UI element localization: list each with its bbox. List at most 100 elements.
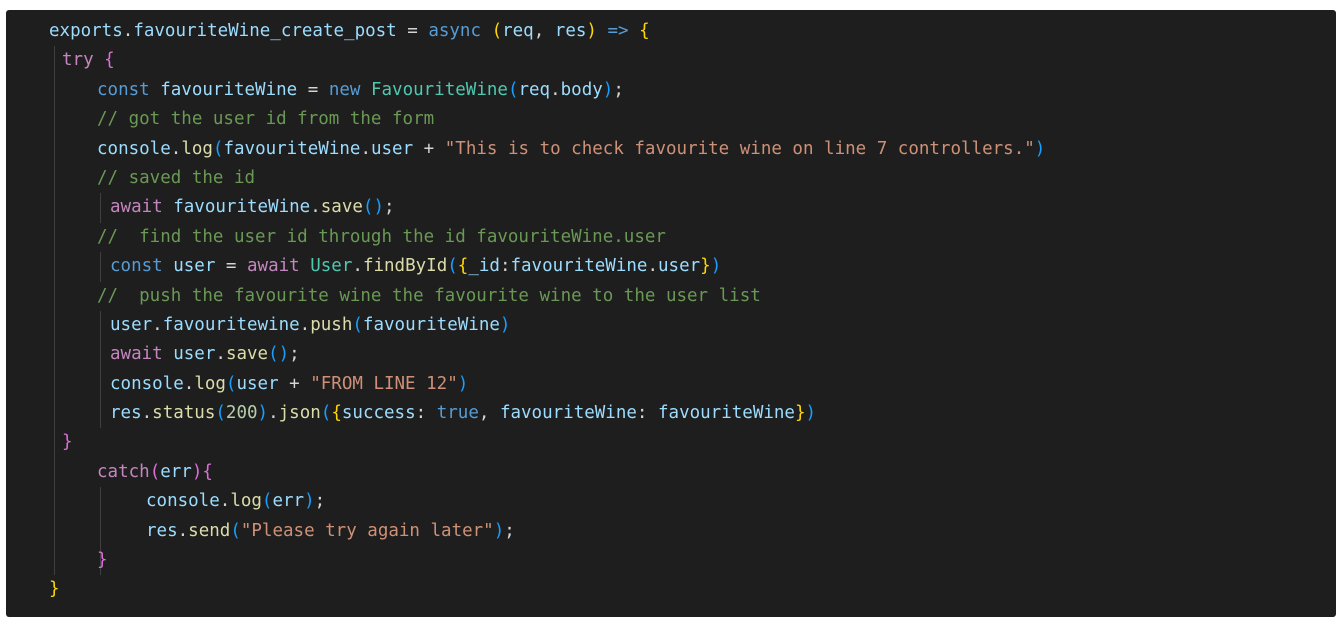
code-token: { bbox=[639, 21, 650, 41]
code-token: = bbox=[297, 79, 329, 100]
code-line-text: await favouriteWine.save(); bbox=[110, 193, 395, 222]
code-token: send bbox=[188, 520, 231, 541]
code-token: . bbox=[183, 373, 195, 394]
code-token: res bbox=[110, 403, 142, 424]
indent-guide bbox=[54, 546, 55, 576]
code-line: user.favouritewine.push(favouriteWine) bbox=[6, 310, 1336, 341]
code-token: } bbox=[49, 579, 60, 600]
code-token: ( bbox=[320, 403, 332, 424]
code-line: catch(err){ bbox=[6, 457, 1336, 488]
screenshot-frame: exports.favouriteWine_create_post = asyn… bbox=[0, 0, 1342, 623]
code-line: } bbox=[6, 428, 1336, 458]
code-token: . bbox=[122, 21, 134, 41]
code-token: . bbox=[360, 138, 371, 159]
code-token: ) bbox=[457, 373, 469, 394]
code-token: . bbox=[215, 344, 226, 365]
code-token: . bbox=[141, 403, 153, 424]
code-line: await user.save(); bbox=[6, 340, 1336, 370]
code-token: _id bbox=[468, 256, 500, 277]
code-token: . bbox=[152, 314, 163, 335]
indent-guide bbox=[54, 252, 55, 282]
indent-guide bbox=[54, 516, 55, 547]
code-token: try bbox=[62, 50, 94, 71]
code-token: res bbox=[554, 21, 587, 41]
code-token: favouriteWine bbox=[173, 197, 311, 218]
code-editor[interactable]: exports.favouriteWine_create_post = asyn… bbox=[6, 10, 1336, 617]
code-token: findById bbox=[362, 256, 448, 277]
code-line-text: await user.save(); bbox=[110, 340, 300, 369]
code-token: . bbox=[299, 314, 311, 335]
code-token: console bbox=[110, 373, 184, 394]
code-token: log bbox=[194, 373, 226, 394]
code-token: save bbox=[320, 197, 363, 218]
code-token: save bbox=[225, 344, 269, 365]
code-token: user bbox=[173, 344, 216, 365]
code-token: console bbox=[97, 138, 171, 159]
indent-guide bbox=[54, 105, 55, 135]
indent-guide bbox=[100, 252, 101, 282]
code-token: await bbox=[110, 197, 163, 218]
indent-guide bbox=[54, 134, 55, 164]
code-token: ) bbox=[1034, 138, 1046, 159]
indent-guide bbox=[54, 340, 55, 370]
code-line-text: // got the user id from the form bbox=[97, 105, 434, 134]
code-token: "FROM LINE 12" bbox=[310, 373, 458, 394]
code-token: err bbox=[160, 461, 192, 482]
code-token: const bbox=[110, 256, 163, 277]
code-token: } bbox=[794, 403, 806, 424]
code-token: : bbox=[636, 403, 658, 424]
code-token: { bbox=[457, 256, 469, 277]
code-token: . bbox=[177, 520, 189, 541]
code-token: user bbox=[370, 138, 414, 159]
code-line: const favouriteWine = new FavouriteWine(… bbox=[6, 75, 1336, 106]
code-line-text: const user = await User.findById({_id:fa… bbox=[110, 252, 721, 281]
code-token: . bbox=[310, 197, 321, 218]
code-line-text: res.status(200).json({success: true, fav… bbox=[110, 399, 816, 428]
code-token: => bbox=[607, 21, 629, 41]
code-line-text: console.log(err); bbox=[146, 487, 325, 516]
code-token: favouriteWine bbox=[160, 79, 298, 100]
code-token: // got the user id from the form bbox=[97, 109, 435, 130]
code-token: ; bbox=[383, 197, 395, 218]
code-token: await bbox=[110, 344, 163, 365]
code-token: 200 bbox=[225, 403, 258, 424]
code-line-text: // find the user id through the id favou… bbox=[97, 223, 666, 252]
code-token: ( bbox=[491, 21, 503, 41]
code-token: favouritewine bbox=[162, 314, 300, 335]
code-token: res bbox=[146, 520, 178, 541]
code-token: ; bbox=[613, 79, 624, 100]
code-token: user bbox=[173, 256, 216, 277]
code-token: push bbox=[310, 314, 353, 335]
code-token: , bbox=[478, 403, 500, 424]
code-line: try { bbox=[6, 46, 1336, 76]
code-token: ) bbox=[493, 520, 505, 541]
code-line-text: exports.favouriteWine_create_post = asyn… bbox=[49, 17, 650, 46]
code-token: ; bbox=[504, 520, 515, 541]
code-line-text: catch(err){ bbox=[97, 458, 213, 487]
code-token: exports bbox=[49, 21, 123, 41]
indent-guide bbox=[54, 75, 55, 106]
code-token: { bbox=[331, 403, 342, 424]
code-line: // got the user id from the form bbox=[6, 105, 1336, 135]
code-token: { bbox=[202, 461, 213, 482]
code-line: // push the favourite wine the favourite… bbox=[6, 281, 1336, 311]
code-token: ( bbox=[352, 314, 363, 335]
code-token: // find the user id through the id favou… bbox=[97, 226, 666, 247]
indent-guide bbox=[100, 193, 101, 223]
code-line: res.send("Please try again later"); bbox=[6, 516, 1336, 547]
code-line-text: user.favouritewine.push(favouriteWine) bbox=[110, 311, 510, 340]
code-token: } bbox=[97, 550, 108, 571]
code-token: // push the favourite wine the favourite… bbox=[97, 285, 761, 306]
code-token: ( bbox=[225, 373, 237, 394]
indent-guide bbox=[100, 310, 101, 341]
code-token: . bbox=[550, 79, 561, 100]
code-token: . bbox=[647, 256, 658, 277]
code-line-text: } bbox=[62, 428, 73, 457]
code-line: await favouriteWine.save(); bbox=[6, 193, 1336, 223]
code-token: ( bbox=[212, 138, 224, 159]
